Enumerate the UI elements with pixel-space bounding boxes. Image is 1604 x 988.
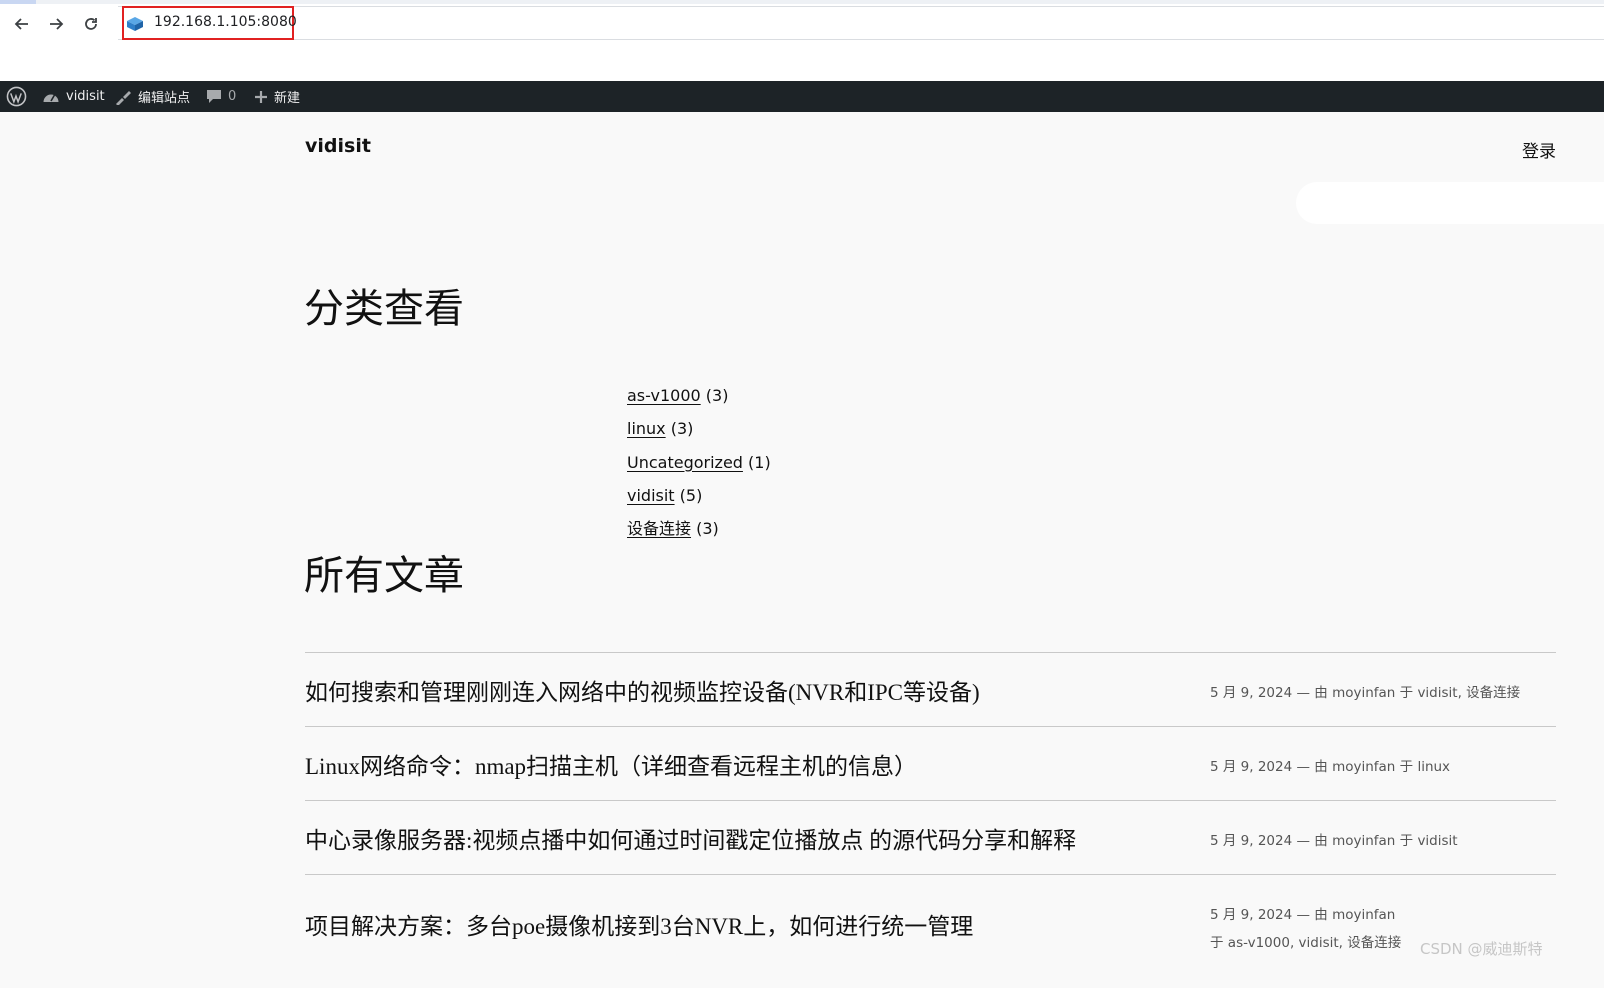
- back-button[interactable]: [8, 10, 36, 38]
- site-title[interactable]: vidisit: [305, 135, 371, 157]
- comments-link[interactable]: 0: [206, 81, 236, 112]
- post-row: Linux网络命令：nmap扫描主机（详细查看远程主机的信息） 5 月 9, 2…: [305, 726, 1556, 800]
- reload-icon: [85, 18, 97, 30]
- forward-arrow-icon: [50, 18, 64, 30]
- back-arrow-icon: [14, 18, 28, 30]
- site-name-menu[interactable]: vidisit: [42, 81, 105, 112]
- category-item: 设备连接 (3): [627, 518, 771, 551]
- posts-heading: 所有文章: [304, 553, 464, 599]
- new-content-menu[interactable]: 新建: [254, 81, 300, 112]
- category-item: as-v1000 (3): [627, 385, 771, 418]
- browser-toolbar: 192.168.1.105:8080: [0, 0, 1604, 81]
- wp-admin-bar: vidisit 编辑站点 0 新建: [0, 81, 1604, 112]
- post-row: 如何搜索和管理刚刚连入网络中的视频监控设备(NVR和IPC等设备) 5 月 9,…: [305, 652, 1556, 726]
- tab-strip: [0, 0, 1604, 4]
- search-field[interactable]: [1296, 182, 1604, 224]
- category-link[interactable]: as-v1000: [627, 386, 701, 405]
- login-link[interactable]: 登录: [1522, 137, 1556, 162]
- category-count: (3): [696, 519, 719, 539]
- wordpress-logo-icon: [6, 86, 27, 107]
- reload-button[interactable]: [77, 10, 105, 38]
- edit-site-label: 编辑站点: [138, 91, 191, 106]
- category-item: linux (3): [627, 418, 771, 451]
- csdn-watermark: CSDN @威迪斯特: [1420, 940, 1543, 958]
- post-title-link[interactable]: 中心录像服务器:视频点播中如何通过时间戳定位播放点 的源代码分享和解释: [305, 821, 1076, 855]
- post-meta-categories: 于 as-v1000, vidisit, 设备连接: [1210, 935, 1402, 951]
- post-title-link[interactable]: 如何搜索和管理刚刚连入网络中的视频监控设备(NVR和IPC等设备): [305, 673, 980, 707]
- plus-icon: [255, 90, 267, 103]
- category-link[interactable]: 设备连接: [627, 519, 691, 538]
- category-link[interactable]: linux: [627, 419, 666, 438]
- brush-icon: [116, 90, 131, 105]
- post-title-link[interactable]: 项目解决方案：多台poe摄像机接到3台NVR上，如何进行统一管理: [305, 907, 973, 941]
- category-item: Uncategorized (1): [627, 452, 771, 485]
- post-title-link[interactable]: Linux网络命令：nmap扫描主机（详细查看远程主机的信息）: [305, 747, 917, 781]
- dashboard-gauge-icon: [43, 94, 59, 102]
- category-count: (5): [679, 485, 703, 505]
- comments-count: 0: [228, 89, 237, 104]
- post-list: 如何搜索和管理刚刚连入网络中的视频监控设备(NVR和IPC等设备) 5 月 9,…: [305, 652, 1556, 975]
- category-count: (3): [670, 419, 694, 439]
- site-name-label: vidisit: [66, 89, 105, 104]
- wp-logo-menu[interactable]: [6, 81, 27, 112]
- post-row: 项目解决方案：多台poe摄像机接到3台NVR上，如何进行统一管理 5 月 9, …: [305, 874, 1556, 975]
- post-meta: 5 月 9, 2024 — 由 moyinfan 于 linux: [1210, 759, 1451, 775]
- address-bar[interactable]: [118, 6, 1604, 40]
- category-link[interactable]: vidisit: [627, 486, 675, 505]
- post-meta: 5 月 9, 2024 — 由 moyinfan: [1210, 907, 1396, 923]
- post-meta: 5 月 9, 2024 — 由 moyinfan 于 vidisit: [1210, 833, 1458, 849]
- post-row: 中心录像服务器:视频点播中如何通过时间戳定位播放点 的源代码分享和解释 5 月 …: [305, 800, 1556, 874]
- category-link[interactable]: Uncategorized: [627, 453, 743, 472]
- comment-bubble-icon: [207, 90, 221, 103]
- post-meta: 5 月 9, 2024 — 由 moyinfan 于 vidisit, 设备连接: [1210, 685, 1521, 701]
- categories-heading: 分类查看: [304, 286, 464, 332]
- category-count: (3): [705, 386, 729, 405]
- edit-site-link[interactable]: 编辑站点: [114, 81, 190, 112]
- forward-button[interactable]: [42, 10, 70, 38]
- site-info-icon[interactable]: [126, 16, 144, 32]
- category-item: vidisit (5): [627, 485, 771, 518]
- category-list: as-v1000 (3) linux (3) Uncategorized (1)…: [627, 385, 771, 551]
- url-text[interactable]: 192.168.1.105:8080: [154, 14, 297, 30]
- active-tab-indicator: [0, 0, 36, 4]
- category-count: (1): [748, 452, 771, 472]
- new-content-label: 新建: [274, 91, 301, 106]
